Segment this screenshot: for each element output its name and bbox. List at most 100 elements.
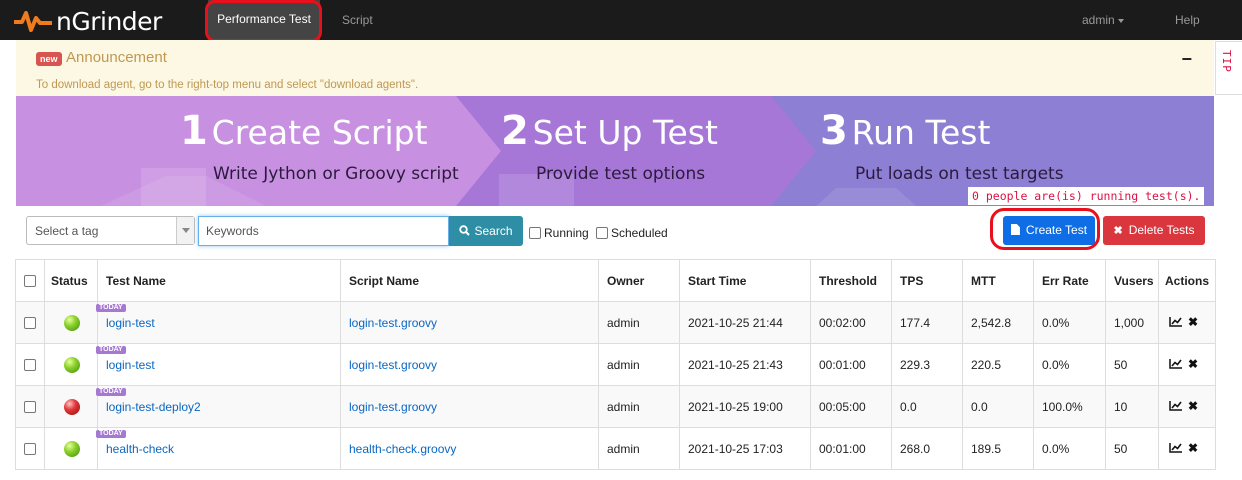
tps-cell: 229.3 — [891, 343, 963, 386]
tps-cell: 268.0 — [891, 427, 963, 470]
col-start-time[interactable]: Start Time — [679, 259, 811, 302]
test-name-link[interactable]: login-test — [106, 358, 155, 372]
today-badge: TODAY — [96, 346, 126, 354]
delete-tests-button[interactable]: ✖ Delete Tests — [1103, 216, 1205, 245]
scheduled-label: Scheduled — [611, 225, 668, 240]
announcement-title[interactable]: Announcement — [66, 49, 167, 66]
scheduled-checkbox[interactable] — [596, 226, 608, 239]
status-cell — [44, 385, 98, 428]
threshold-cell: 00:02:00 — [810, 301, 892, 344]
tip-label: TIP — [1220, 50, 1233, 73]
running-count-text: 0 people are(is) running test(s). — [968, 187, 1205, 205]
script-name-link[interactable]: login-test.groovy — [349, 400, 437, 414]
keyword-input[interactable]: Keywords — [198, 216, 449, 246]
err-rate-cell: 0.0% — [1033, 427, 1106, 470]
delete-row-icon[interactable]: ✖ — [1188, 315, 1198, 329]
caret-down-icon — [1117, 18, 1124, 23]
red-ball-icon[interactable] — [64, 398, 80, 415]
mtt-cell: 189.5 — [962, 427, 1034, 470]
test-name-cell: TODAY login-test — [96, 343, 341, 386]
running-filter[interactable]: Running — [529, 225, 589, 240]
actions-cell: ✖ — [1158, 343, 1216, 386]
tag-select-placeholder: Select a tag — [35, 224, 99, 238]
owner-cell: admin — [598, 301, 680, 344]
col-mtt[interactable]: MTT — [962, 259, 1034, 302]
start-time-cell: 2021-10-25 17:03 — [679, 427, 811, 470]
running-checkbox[interactable] — [529, 226, 541, 239]
col-status[interactable]: Status — [44, 259, 98, 302]
table-row: TODAY health-check health-check.groovy ad… — [15, 427, 1216, 470]
user-menu[interactable]: admin — [1082, 0, 1124, 40]
vusers-cell: 50 — [1105, 343, 1159, 386]
top-navbar: nGrinder Performance Test Script admin H… — [0, 0, 1242, 40]
tab-performance-test[interactable]: Performance Test — [208, 0, 320, 40]
col-actions: Actions — [1158, 259, 1216, 302]
err-rate-cell: 100.0% — [1033, 385, 1106, 428]
script-name-cell: health-check.groovy — [340, 427, 599, 470]
step-1-title: Create Script — [211, 113, 428, 152]
start-time-cell: 2021-10-25 21:44 — [679, 301, 811, 344]
green-ball-icon[interactable] — [64, 314, 80, 331]
scheduled-filter[interactable]: Scheduled — [596, 225, 668, 240]
collapse-button[interactable]: − — [1181, 49, 1192, 70]
start-time-cell: 2021-10-25 21:43 — [679, 343, 811, 386]
tps-cell: 0.0 — [891, 385, 963, 428]
vusers-cell: 1,000 — [1105, 301, 1159, 344]
script-name-link[interactable]: login-test.groovy — [349, 358, 437, 372]
select-all-checkbox[interactable] — [24, 275, 36, 288]
row-checkbox[interactable] — [24, 401, 36, 414]
step-2-number: 2 — [501, 108, 529, 154]
test-name-cell: TODAY health-check — [96, 427, 341, 470]
script-name-cell: login-test.groovy — [340, 385, 599, 428]
owner-cell: admin — [598, 343, 680, 386]
row-checkbox[interactable] — [24, 359, 36, 372]
file-icon — [1010, 224, 1020, 235]
script-name-link[interactable]: health-check.groovy — [349, 442, 456, 456]
threshold-cell: 00:01:00 — [810, 427, 892, 470]
delete-row-icon[interactable]: ✖ — [1188, 441, 1198, 455]
running-label: Running — [544, 225, 589, 240]
delete-row-icon[interactable]: ✖ — [1188, 357, 1198, 371]
mtt-cell: 0.0 — [962, 385, 1034, 428]
status-cell — [44, 301, 98, 344]
col-vusers[interactable]: Vusers — [1105, 259, 1159, 302]
create-test-button[interactable]: Create Test — [1003, 216, 1095, 245]
test-name-link[interactable]: health-check — [106, 442, 174, 456]
status-cell — [44, 427, 98, 470]
tip-tab[interactable]: TIP — [1215, 41, 1242, 95]
col-threshold[interactable]: Threshold — [810, 259, 892, 302]
row-checkbox[interactable] — [24, 317, 36, 330]
test-name-link[interactable]: login-test — [106, 316, 155, 330]
row-checkbox[interactable] — [24, 443, 36, 456]
user-name: admin — [1082, 13, 1115, 27]
tab-script[interactable]: Script — [342, 0, 373, 40]
actions-cell: ✖ — [1158, 301, 1216, 344]
report-chart-icon[interactable] — [1169, 400, 1183, 411]
step-3-title: Run Test — [851, 113, 991, 152]
search-label: Search — [474, 224, 513, 238]
col-test-name[interactable]: Test Name — [97, 259, 341, 302]
col-owner[interactable]: Owner — [598, 259, 680, 302]
report-chart-icon[interactable] — [1169, 442, 1183, 453]
pulse-logo-icon — [14, 11, 52, 32]
brand[interactable]: nGrinder — [14, 6, 162, 36]
help-link[interactable]: Help — [1175, 0, 1200, 40]
owner-cell: admin — [598, 427, 680, 470]
col-script-name[interactable]: Script Name — [340, 259, 599, 302]
today-badge: TODAY — [96, 388, 126, 396]
report-chart-icon[interactable] — [1169, 316, 1183, 327]
tag-select[interactable]: Select a tag — [26, 216, 195, 245]
dropdown-arrow-icon[interactable] — [176, 217, 194, 244]
col-tps[interactable]: TPS — [891, 259, 963, 302]
green-ball-icon[interactable] — [64, 440, 80, 457]
search-button[interactable]: Search — [449, 216, 523, 246]
green-ball-icon[interactable] — [64, 356, 80, 373]
script-name-link[interactable]: login-test.groovy — [349, 316, 437, 330]
row-select-cell — [15, 427, 45, 470]
report-chart-icon[interactable] — [1169, 358, 1183, 369]
table-row: TODAY login-test-deploy2 login-test.groov… — [15, 385, 1216, 428]
delete-row-icon[interactable]: ✖ — [1188, 399, 1198, 413]
search-icon — [459, 225, 471, 236]
col-err-rate[interactable]: Err Rate — [1033, 259, 1106, 302]
test-name-link[interactable]: login-test-deploy2 — [106, 400, 201, 414]
